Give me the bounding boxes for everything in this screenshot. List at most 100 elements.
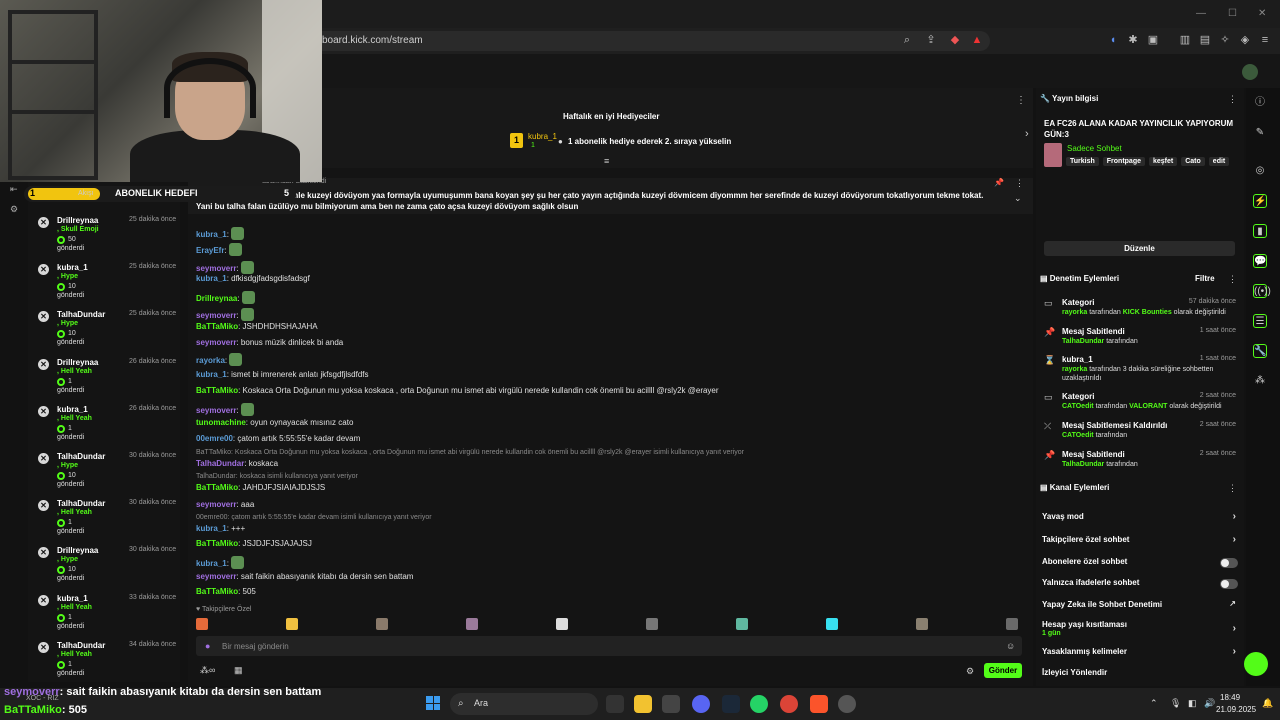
chat-username[interactable]: tunomachine [196, 418, 246, 427]
chat-username[interactable]: TalhaDundar [196, 459, 244, 468]
taskbar-search[interactable] [450, 693, 598, 715]
community-icon[interactable]: ⁂∞ [200, 665, 215, 676]
chat-username[interactable]: rayorka [196, 356, 225, 365]
event-user[interactable]: TalhaDundar [57, 452, 105, 461]
mic-tray-icon[interactable]: 🎙 [1170, 698, 1181, 709]
emote[interactable] [286, 618, 298, 630]
moderation-more-icon[interactable]: ⋮ [1228, 274, 1237, 285]
chat-username[interactable]: seymoverr [196, 500, 236, 509]
notification-icon[interactable]: 🔔 [1262, 698, 1273, 709]
volume-icon[interactable]: 🔊 [1204, 698, 1215, 709]
tray-up-icon[interactable]: ⌃ [1150, 698, 1158, 709]
help-button[interactable] [1244, 652, 1268, 676]
gear-icon[interactable]: ⚙ [10, 204, 18, 215]
chat-message[interactable]: 00emre00: çatom artık 5:55:55'e kadar de… [196, 434, 360, 443]
chat-message[interactable]: kubra_1: +++ [196, 524, 245, 533]
share-icon[interactable]: ⇪ [924, 33, 938, 47]
app-icon[interactable] [662, 695, 680, 713]
chat-settings-icon[interactable]: ⚙ [966, 666, 974, 677]
chat-message[interactable]: seymoverr: [196, 261, 254, 274]
emote[interactable] [736, 618, 748, 630]
emote[interactable] [1006, 618, 1018, 630]
menu-icon[interactable]: ≡ [1258, 33, 1272, 47]
start-icon[interactable] [426, 696, 440, 710]
chat-username[interactable]: seymoverr [196, 264, 236, 273]
pin-icon[interactable]: 📌 [994, 178, 1004, 187]
raid-row[interactable]: İzleyici Yönlendir [1042, 668, 1238, 682]
avatar[interactable] [1242, 64, 1258, 80]
vpn-icon[interactable]: ◈ [1238, 33, 1252, 47]
minimize-icon[interactable]: — [1196, 8, 1206, 19]
chat-username[interactable]: seymoverr [196, 406, 236, 415]
chat-icon[interactable]: 💬 [1253, 254, 1267, 268]
brave-icon[interactable] [810, 695, 828, 713]
chat-message[interactable]: BaTTaMiko: JSJDJFJSJAJAJSJ [196, 539, 312, 548]
mod-actor[interactable]: TalhaDundar [1062, 461, 1104, 468]
chat-message[interactable]: Drillreynaa: [196, 291, 255, 304]
subs-toggle[interactable] [1220, 558, 1238, 568]
event-row[interactable]: ✕ Drillreynaa 25 dakika önce , Skull Emoji 5… [38, 215, 180, 262]
edit-stream-button[interactable]: Düzenle [1044, 241, 1235, 256]
wrench-icon[interactable]: 🔧 [1253, 344, 1267, 358]
sidebar-icon[interactable]: ▥ [1178, 33, 1192, 47]
pinned-more-icon[interactable]: ⋮ [1015, 178, 1024, 189]
chevron-right-icon[interactable]: › [1025, 128, 1029, 140]
stream-tag[interactable]: Cato [1181, 157, 1205, 166]
event-row[interactable]: ✕ kubra_1 33 dakika önce , Hell Yeah 1 gönder… [38, 593, 180, 640]
chat-username[interactable]: ErayEfr [196, 246, 224, 255]
steam-icon[interactable] [722, 695, 740, 713]
category-thumb[interactable] [1044, 143, 1062, 167]
voice-icon[interactable]: ◖ [1106, 33, 1120, 47]
bolt-icon[interactable]: ⚡ [1253, 194, 1267, 208]
extensions-icon[interactable]: ✱ [1126, 33, 1140, 47]
screenshot-icon[interactable]: ▣ [1146, 33, 1160, 47]
obs-icon[interactable] [838, 695, 856, 713]
chat-message[interactable]: seymoverr: [196, 308, 254, 321]
expand-icon[interactable]: ≡ [604, 156, 609, 166]
emote[interactable] [556, 618, 568, 630]
followers-mode-row[interactable]: Takipçilere özel sohbet › [1042, 534, 1238, 549]
chat-username[interactable]: BaTTaMiko [196, 483, 238, 492]
event-row[interactable]: ✕ TalhaDundar 25 dakika önce , Hype 10 gönder… [38, 309, 180, 356]
more-icon[interactable]: ⋮ [1016, 95, 1026, 106]
emote[interactable] [240, 261, 254, 274]
chat-username[interactable]: kubra_1 [196, 524, 227, 533]
emote[interactable] [241, 291, 255, 304]
doc-icon[interactable]: ▮ [1253, 224, 1267, 238]
emote[interactable] [240, 403, 254, 416]
chat-username[interactable]: seymoverr [196, 311, 236, 320]
emote[interactable] [228, 243, 242, 256]
mod-actor[interactable]: rayorka [1062, 309, 1087, 316]
wallet-icon[interactable]: ▤ [1198, 33, 1212, 47]
event-user[interactable]: kubra_1 [57, 405, 88, 414]
chat-message[interactable]: tunomachine: oyun oynayacak mısınız cato [196, 418, 353, 427]
event-user[interactable]: kubra_1 [57, 594, 88, 603]
chat-username[interactable]: kubra_1 [196, 370, 227, 379]
emote[interactable] [826, 618, 838, 630]
emote[interactable] [196, 618, 208, 630]
emote[interactable] [646, 618, 658, 630]
chat-message[interactable]: kubra_1: [196, 556, 244, 569]
chat-message[interactable]: seymoverr: [196, 403, 254, 416]
chat-username[interactable]: BaTTaMiko [196, 386, 238, 395]
event-row[interactable]: ✕ Drillreynaa 30 dakika önce , Hype 10 gönder… [38, 545, 180, 592]
zoom-icon[interactable]: ⌕ [900, 33, 914, 47]
emote[interactable] [466, 618, 478, 630]
event-user[interactable]: Drillreynaa [57, 216, 98, 225]
event-row[interactable]: ✕ kubra_1 25 dakika önce , Hype 10 gönderdi [38, 262, 180, 309]
chat-message[interactable]: TalhaDundar: koskaca [196, 459, 278, 468]
chat-message[interactable]: BaTTaMiko: 505 [196, 587, 256, 596]
pencil-icon[interactable]: ✎ [1253, 126, 1267, 140]
network-icon[interactable]: ◧ [1188, 698, 1197, 709]
maximize-icon[interactable]: ☐ [1228, 8, 1237, 19]
brave-rewards-icon[interactable]: ▲ [970, 33, 984, 47]
chat-username[interactable]: BaTTaMiko [196, 539, 238, 548]
list-icon[interactable]: ☰ [1253, 314, 1267, 328]
emote[interactable] [230, 227, 244, 240]
emote[interactable] [916, 618, 928, 630]
stream-tag[interactable]: keşfet [1149, 157, 1178, 166]
info-icon[interactable]: ⓘ [1253, 96, 1267, 110]
stream-tag[interactable]: Frontpage [1102, 157, 1145, 166]
emote[interactable] [240, 308, 254, 321]
chat-username[interactable]: kubra_1 [196, 230, 227, 239]
